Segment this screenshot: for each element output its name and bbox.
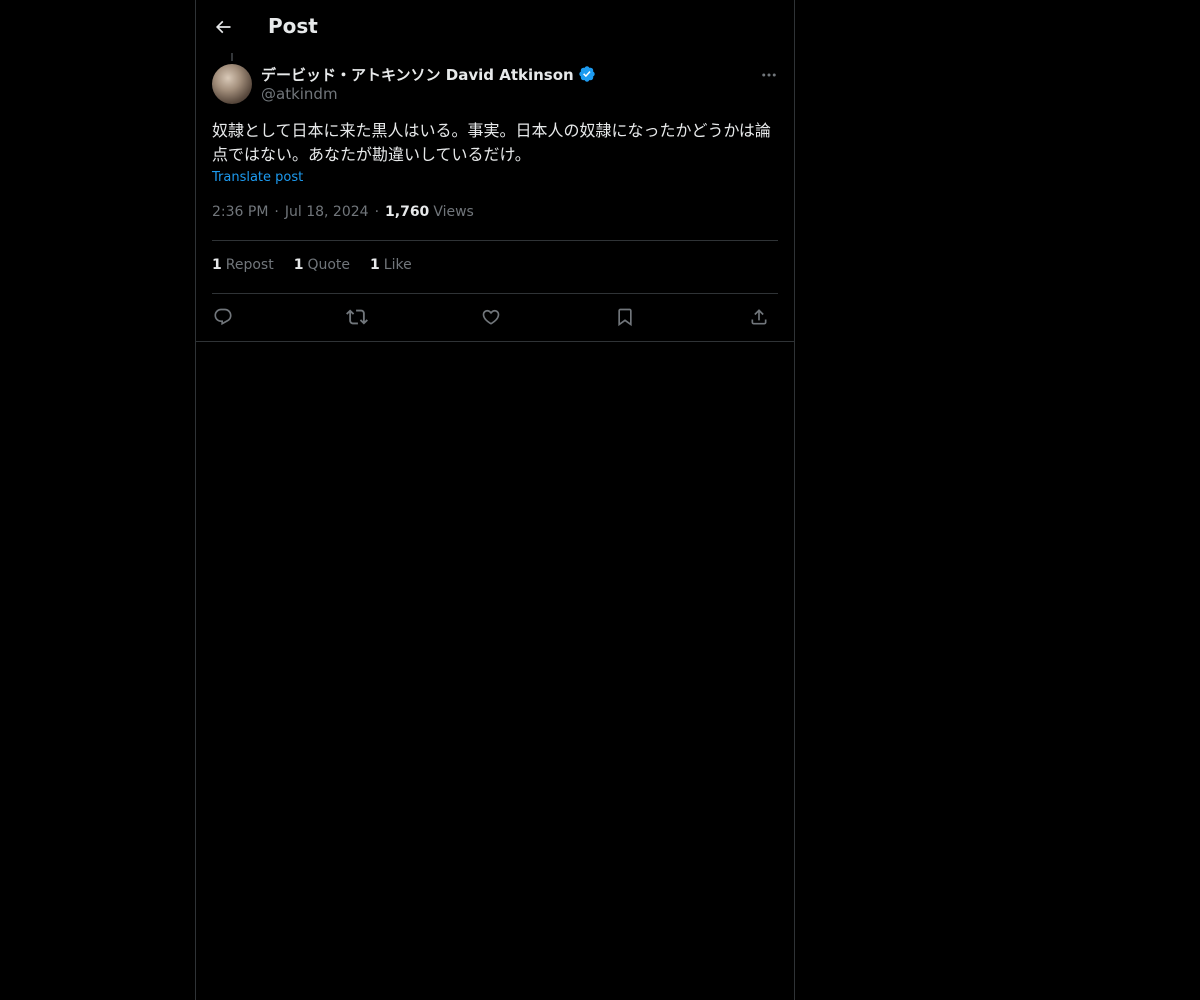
quote-stat[interactable]: 1 Quote	[294, 257, 350, 273]
post-bottom-border	[196, 341, 794, 342]
post-metadata: 2:36 PM · Jul 18, 2024 · 1,760 Views	[212, 204, 474, 220]
reply-icon	[213, 307, 233, 327]
reply-button[interactable]	[208, 302, 238, 332]
divider	[212, 293, 778, 294]
verified-badge-icon[interactable]	[578, 65, 596, 83]
like-count: 1	[370, 257, 380, 273]
post-header: Post	[196, 0, 794, 53]
post-text: 奴隷として日本に来た黒人はいる。事実。日本人の奴隷になったかどうかは論点ではない…	[212, 121, 771, 164]
page-title: Post	[268, 14, 318, 38]
arrow-left-icon	[213, 17, 233, 37]
post-stats: 1 Repost 1 Quote 1 Like	[212, 257, 412, 273]
repost-count: 1	[212, 257, 222, 273]
quote-label: Quote	[307, 257, 351, 273]
share-icon	[749, 307, 769, 327]
translate-post-link[interactable]: Translate post	[212, 170, 303, 185]
thread-connector-line	[231, 53, 233, 61]
post-date[interactable]: Jul 18, 2024	[285, 204, 369, 220]
author-name-row: デービッド・アトキンソン David Atkinson	[261, 63, 596, 85]
bookmark-button[interactable]	[610, 302, 640, 332]
meta-separator: ·	[274, 204, 279, 220]
repost-icon	[346, 306, 368, 328]
repost-button[interactable]	[342, 302, 372, 332]
bookmark-icon	[615, 307, 635, 327]
views-count: 1,760	[385, 204, 430, 220]
main-column: Post デービッド・アトキンソン David Atkinson @atkind…	[195, 0, 795, 1000]
author-handle[interactable]: @atkindm	[261, 85, 338, 103]
back-button[interactable]	[207, 11, 239, 43]
author-display-name[interactable]: デービッド・アトキンソン David Atkinson	[261, 64, 574, 85]
more-options-button[interactable]	[756, 64, 782, 86]
like-icon	[481, 307, 501, 327]
like-button[interactable]	[476, 302, 506, 332]
views-label: Views	[433, 204, 474, 220]
divider	[212, 240, 778, 241]
repost-label: Repost	[225, 257, 274, 273]
share-button[interactable]	[744, 302, 774, 332]
repost-stat[interactable]: 1 Repost	[212, 257, 274, 273]
like-stat[interactable]: 1 Like	[370, 257, 412, 273]
action-bar	[212, 302, 778, 332]
post-time[interactable]: 2:36 PM	[212, 204, 268, 220]
meta-separator: ·	[374, 204, 380, 220]
avatar[interactable]	[212, 64, 252, 104]
like-label: Like	[383, 257, 412, 273]
more-dots-icon	[760, 66, 778, 84]
quote-count: 1	[293, 257, 304, 273]
